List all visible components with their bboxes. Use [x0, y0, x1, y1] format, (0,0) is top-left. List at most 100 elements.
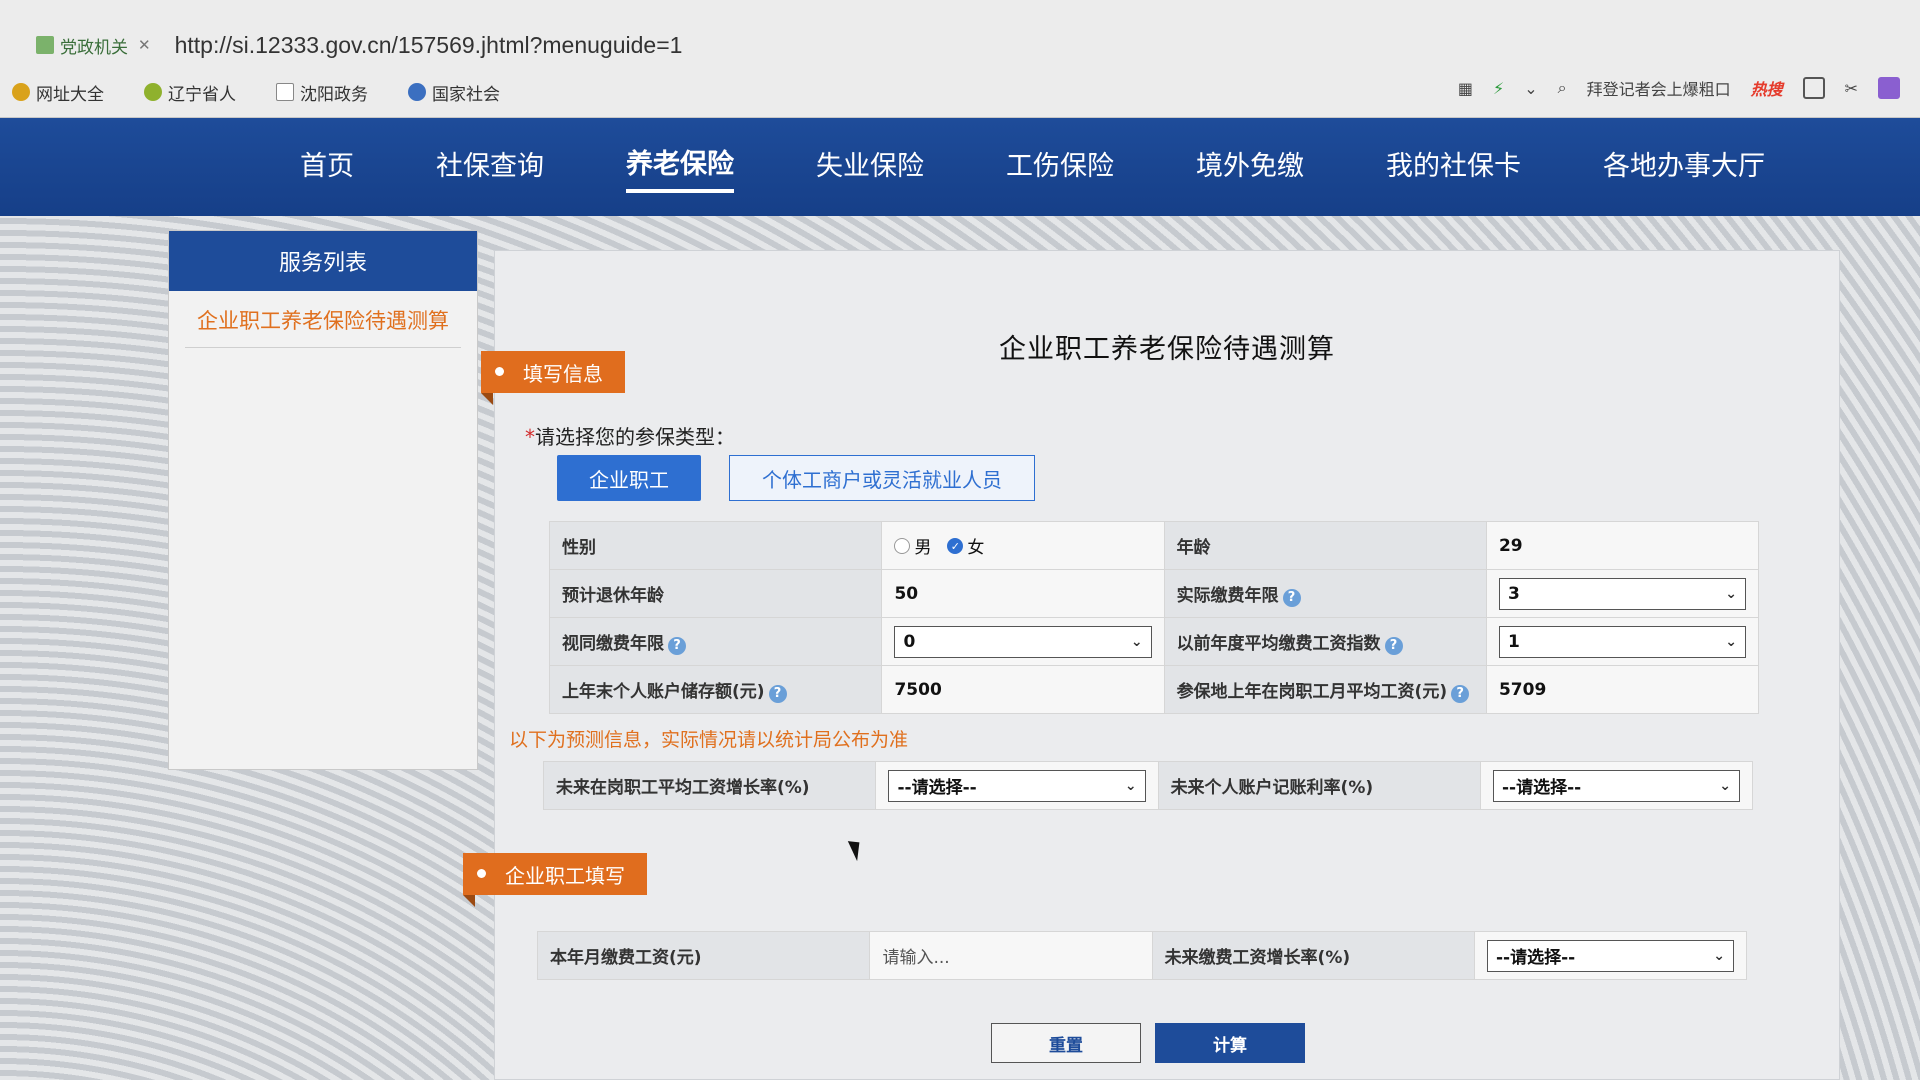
retire-age-label: 预计退休年龄: [548, 569, 883, 618]
retire-age-value[interactable]: 50: [881, 569, 1165, 618]
type-enterprise-button[interactable]: 企业职工: [557, 455, 701, 501]
interest-rate-selected: --请选择--: [1501, 778, 1582, 798]
chevron-down-icon: ⌄: [1719, 777, 1731, 794]
future-growth-cell: --请选择-- ⌄: [1473, 931, 1748, 980]
actual-years-select[interactable]: 3 ⌄: [1498, 577, 1746, 610]
wage-growth-cell: --请选择-- ⌄: [875, 761, 1159, 810]
type-flexible-button[interactable]: 个体工商户或灵活就业人员: [729, 455, 1035, 501]
search-hint[interactable]: 拜登记者会上爆粗口: [1587, 76, 1731, 100]
chevron-down-icon: ⌄: [1725, 585, 1737, 602]
page-icon: [36, 36, 54, 54]
leaf-icon: [144, 83, 162, 101]
browser-tab-label: 党政机关: [60, 37, 128, 58]
actual-years-cell: 3 ⌄: [1485, 569, 1760, 618]
avg-index-label: 以前年度平均缴费工资指数?: [1163, 617, 1487, 666]
help-icon[interactable]: ?: [1384, 636, 1403, 655]
nav-item-social-query[interactable]: 社保查询: [436, 144, 544, 191]
deemed-years-label: 视同缴费年限?: [548, 617, 883, 666]
qr-icon[interactable]: ▦: [1458, 79, 1473, 98]
insurance-type-prompt: *请选择您的参保类型：: [525, 421, 735, 450]
translate-icon[interactable]: [1878, 77, 1900, 99]
interest-rate-cell: --请选择-- ⌄: [1479, 761, 1754, 810]
bookmark-icon: [12, 83, 30, 101]
wage-growth-selected: --请选择--: [897, 778, 977, 798]
table-row: 本年月缴费工资(元) 请输入... 未来缴费工资增长率(%) --请选择-- ⌄: [536, 931, 1748, 980]
nav-item-overseas-exempt[interactable]: 境外免缴: [1196, 144, 1304, 191]
wage-growth-select[interactable]: --请选择-- ⌄: [888, 769, 1146, 802]
tab-close-icon[interactable]: ✕: [138, 36, 151, 54]
company-table: 本年月缴费工资(元) 请输入... 未来缴费工资增长率(%) --请选择-- ⌄: [536, 931, 1748, 980]
deemed-years-cell: 0 ⌄: [881, 617, 1165, 666]
monthly-wage-input[interactable]: 请输入...: [869, 931, 1153, 980]
table-row: 预计退休年龄 50 实际缴费年限? 3 ⌄: [548, 569, 1760, 618]
age-value[interactable]: 29: [1485, 521, 1760, 570]
hot-search-badge[interactable]: 热搜: [1751, 76, 1783, 100]
gender-radio-group: 男 ✓ 女: [881, 521, 1165, 570]
site-nav: 首页 社保查询 养老保险 失业保险 工伤保险 境外免缴 我的社保卡 各地办事大厅: [0, 118, 1920, 216]
monthly-wage-placeholder: 请输入...: [882, 948, 950, 968]
deemed-years-select[interactable]: 0 ⌄: [894, 625, 1152, 658]
help-icon[interactable]: ?: [668, 636, 686, 655]
gender-female-radio[interactable]: ✓: [947, 537, 964, 554]
sidebar-item-pension-calculator[interactable]: 企业职工养老保险待遇测算: [185, 305, 461, 348]
bookmark-item[interactable]: 国家社会: [408, 80, 500, 105]
scissors-icon[interactable]: ✂: [1845, 79, 1858, 98]
search-icon[interactable]: ⌕: [1558, 78, 1567, 98]
browser-toolbar: 党政机关 ✕ http://si.12333.gov.cn/157569.jht…: [0, 0, 1920, 118]
browser-tab[interactable]: 党政机关 ✕: [36, 33, 151, 58]
avg-wage-label: 参保地上年在岗职工月平均工资(元)?: [1163, 665, 1487, 714]
nav-item-pension[interactable]: 养老保险: [626, 142, 734, 193]
reset-button[interactable]: 重置: [991, 1023, 1141, 1063]
account-value[interactable]: 7500: [881, 665, 1165, 714]
document-icon: [276, 83, 294, 101]
page-title: 企业职工养老保险待遇测算: [999, 334, 1335, 365]
bookmark-item[interactable]: 辽宁省人: [144, 80, 236, 105]
table-row: 视同缴费年限? 0 ⌄ 以前年度平均缴费工资指数? 1 ⌄: [548, 617, 1760, 666]
calculate-button[interactable]: 计算: [1155, 1023, 1305, 1063]
wage-growth-label: 未来在岗职工平均工资增长率(%): [542, 761, 877, 810]
nav-item-home[interactable]: 首页: [300, 144, 354, 191]
forecast-notice: 以下为预测信息，实际情况请以统计局公布为准: [509, 729, 909, 751]
lightning-icon[interactable]: ⚡: [1493, 79, 1504, 98]
chevron-down-icon: ⌄: [1713, 947, 1725, 964]
globe-icon: [408, 83, 426, 101]
interest-rate-select[interactable]: --请选择-- ⌄: [1492, 769, 1740, 802]
deemed-years-label-text: 视同缴费年限: [562, 633, 664, 654]
address-bar[interactable]: http://si.12333.gov.cn/157569.jhtml?menu…: [175, 32, 683, 59]
bookmark-item[interactable]: 沈阳政务: [276, 80, 368, 105]
actual-years-label-text: 实际缴费年限: [1176, 585, 1279, 606]
help-icon[interactable]: ?: [1451, 684, 1470, 703]
avg-index-select[interactable]: 1 ⌄: [1498, 625, 1746, 658]
monthly-wage-label: 本年月缴费工资(元): [536, 931, 871, 980]
bookmark-label: 国家社会: [432, 84, 500, 105]
browser-tools: ▦ ⚡ ⌄ ⌕ 拜登记者会上爆粗口 热搜 ✂: [1458, 76, 1900, 100]
nav-item-injury[interactable]: 工伤保险: [1006, 144, 1114, 191]
reader-icon[interactable]: [1802, 77, 1825, 99]
account-label: 上年末个人账户储存额(元)?: [548, 665, 883, 714]
bookmark-label: 网址大全: [36, 84, 104, 105]
chevron-down-icon[interactable]: ⌄: [1524, 79, 1537, 98]
chevron-down-icon: ⌄: [1725, 633, 1737, 650]
nav-item-my-card[interactable]: 我的社保卡: [1386, 144, 1521, 191]
actual-years-selected: 3: [1507, 583, 1520, 604]
age-label: 年龄: [1163, 521, 1487, 570]
forecast-table: 未来在岗职工平均工资增长率(%) --请选择-- ⌄ 未来个人账户记账利率(%) …: [542, 761, 1754, 810]
interest-rate-label: 未来个人账户记账利率(%): [1157, 761, 1481, 810]
service-sidebar: 服务列表 企业职工养老保险待遇测算: [168, 230, 478, 770]
chevron-down-icon: ⌄: [1124, 777, 1137, 794]
nav-item-service-halls[interactable]: 各地办事大厅: [1603, 144, 1765, 191]
gender-female-label: 女: [967, 538, 985, 558]
avg-index-label-text: 以前年度平均缴费工资指数: [1176, 633, 1381, 654]
section-company-fill: 企业职工填写: [463, 853, 647, 907]
help-icon[interactable]: ?: [1282, 588, 1301, 607]
help-icon[interactable]: ?: [768, 684, 787, 703]
future-growth-select[interactable]: --请选择-- ⌄: [1486, 939, 1734, 972]
bookmark-label: 沈阳政务: [300, 84, 368, 105]
gender-label: 性别: [548, 521, 883, 570]
gender-male-radio[interactable]: [894, 537, 911, 554]
avg-index-selected: 1: [1507, 631, 1520, 652]
insurance-type-prompt-text: 请选择您的参保类型：: [535, 425, 735, 449]
bookmark-item[interactable]: 网址大全: [12, 80, 104, 105]
required-mark: *: [525, 425, 535, 449]
nav-item-unemployment[interactable]: 失业保险: [816, 144, 924, 191]
